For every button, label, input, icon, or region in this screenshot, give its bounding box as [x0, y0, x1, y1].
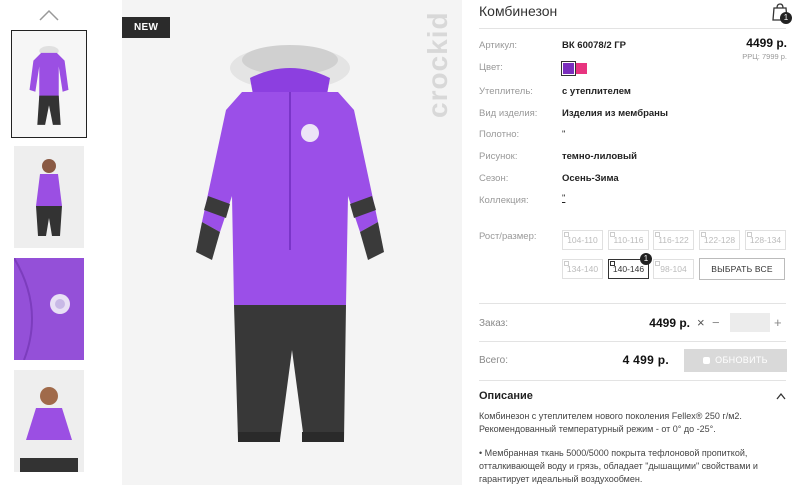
update-button[interactable]: ОБНОВИТЬ — [684, 349, 787, 372]
attr-value-article: ВК 60078/2 ГР — [562, 40, 626, 51]
divider — [479, 380, 786, 381]
attr-label-insulation: Утеплитель: — [479, 86, 533, 97]
color-swatch-pink[interactable] — [576, 63, 587, 74]
attr-label-collection: Коллекция: — [479, 195, 529, 206]
attr-label-season: Сезон: — [479, 173, 509, 184]
description-paragraph: • Мембранная ткань 5000/5000 покрыта теф… — [479, 448, 758, 484]
size-option[interactable]: 134-140 — [562, 259, 603, 279]
brand-watermark: crockid — [422, 11, 453, 118]
attr-value-collection[interactable]: " — [562, 193, 565, 204]
product-main-image: NEW crockid — [122, 0, 462, 485]
description-title[interactable]: Описание — [479, 390, 533, 402]
size-option[interactable]: 122-128 — [699, 230, 740, 250]
divider — [479, 341, 786, 342]
refresh-icon — [703, 357, 711, 364]
attr-label-article: Артикул: — [479, 40, 518, 51]
size-option[interactable]: 110-116 — [608, 230, 649, 250]
chevron-up-icon[interactable] — [776, 392, 786, 400]
remove-order-icon[interactable]: × — [697, 315, 705, 330]
attr-value-pattern: темно-лиловый — [562, 151, 637, 162]
thumbnail-4[interactable] — [14, 370, 84, 472]
size-option[interactable]: 128-134 — [745, 230, 786, 250]
recommended-retail-price: РРЦ: 7999 р. — [742, 52, 787, 61]
quantity-input[interactable] — [730, 313, 770, 332]
size-quantity-badge: 1 — [640, 253, 652, 265]
size-option[interactable]: 98-104 — [653, 259, 694, 279]
attr-label-color: Цвет: — [479, 62, 503, 73]
attr-value-fabric: " — [562, 129, 566, 140]
color-swatch-purple[interactable] — [561, 61, 576, 76]
attr-label-type: Вид изделия: — [479, 108, 538, 119]
jumpsuit-illustration — [196, 45, 384, 442]
attr-label-fabric: Полотно: — [479, 129, 520, 140]
attr-value-insulation: с утеплителем — [562, 86, 631, 97]
divider — [479, 28, 786, 29]
cart-count-badge: 1 — [780, 12, 792, 24]
order-label: Заказ: — [479, 318, 509, 329]
thumbnails-up-chevron-icon[interactable] — [38, 8, 60, 22]
size-option[interactable]: 116-122 — [653, 230, 694, 250]
total-price: 4 499 р. — [622, 353, 669, 367]
attr-value-season: Осень-Зима — [562, 173, 619, 184]
attr-label-pattern: Рисунок: — [479, 151, 518, 162]
thumbnail-1[interactable] — [11, 30, 87, 138]
quantity-decrease-button[interactable]: − — [712, 315, 720, 330]
size-option[interactable]: 104-110 — [562, 230, 603, 250]
divider — [479, 303, 786, 304]
description-paragraph: Комбинезон с утеплителем нового поколени… — [479, 411, 742, 434]
total-label: Всего: — [479, 355, 508, 366]
thumbnail-3[interactable] — [14, 258, 84, 360]
size-label: Рост/размер: — [479, 231, 537, 242]
select-all-sizes-button[interactable]: ВЫБРАТЬ ВСЕ — [699, 258, 785, 280]
order-price: 4499 р. — [649, 316, 690, 330]
attr-value-type: Изделия из мембраны — [562, 108, 669, 119]
product-title: Комбинезон — [479, 3, 558, 19]
product-price: 4499 р. — [746, 36, 787, 50]
quantity-increase-button[interactable]: + — [774, 315, 782, 330]
thumbnail-2[interactable] — [14, 146, 84, 248]
new-badge: NEW — [122, 17, 171, 38]
